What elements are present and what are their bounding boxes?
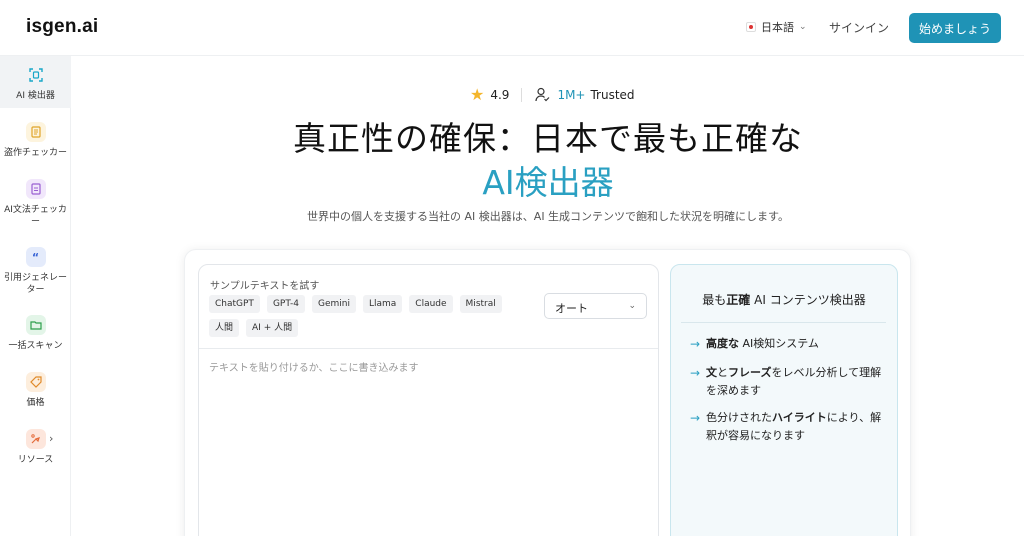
feature-mid: と bbox=[717, 366, 728, 379]
feature-bold: 高度な bbox=[706, 337, 739, 350]
sidebar-item-citation[interactable]: “ 引用ジェネレーター bbox=[0, 238, 71, 296]
text-editor-panel: サンプルテキストを試す ChatGPT GPT-4 Gemini Llama C… bbox=[198, 264, 659, 536]
sidebar-item-pricing[interactable]: 価格 bbox=[0, 363, 71, 409]
tag-icon bbox=[25, 372, 46, 392]
feature-text: 色分けされたハイライトにより、解釈が容易になります bbox=[706, 409, 890, 445]
features-title-post: AI コンテンツ検出器 bbox=[750, 293, 866, 307]
mode-select[interactable]: オート ⌄ bbox=[544, 293, 647, 319]
sidebar-item-label: AI 検出器 bbox=[16, 91, 55, 101]
feature-text: 文とフレーズをレベル分析して理解を深めます bbox=[706, 364, 890, 400]
quote-icon: “ bbox=[25, 247, 46, 267]
sidebar-item-label: リソース bbox=[17, 455, 54, 465]
sample-text-title: サンプルテキストを試す bbox=[210, 281, 320, 292]
chevron-down-icon: ⌄ bbox=[799, 22, 807, 32]
page-title-highlight: AI検出器 bbox=[482, 163, 614, 202]
sample-chip-chatgpt[interactable]: ChatGPT bbox=[209, 295, 260, 313]
trusted-label: Trusted bbox=[590, 87, 635, 102]
arrow-right-icon: → bbox=[690, 366, 701, 380]
sample-chip-ai-human[interactable]: AI + 人間 bbox=[246, 319, 299, 337]
sidebar-item-label: 引用ジェネレーター bbox=[3, 273, 67, 295]
resources-icon bbox=[25, 429, 46, 449]
scan-icon bbox=[26, 65, 46, 85]
text-input-area[interactable]: テキストを貼り付けるか、ここに書き込みます bbox=[209, 359, 419, 374]
arrow-right-icon: → bbox=[690, 411, 701, 425]
top-header: isgen.ai 日本語 ⌄ サインイン 始めましょう bbox=[0, 0, 1024, 56]
features-title-bold: 正確 bbox=[726, 293, 751, 307]
sidebar-item-bulk-scan[interactable]: 一括スキャン bbox=[0, 306, 71, 352]
signin-link[interactable]: サインイン bbox=[829, 19, 889, 36]
features-title: 最も正確 AI コンテンツ検出器 bbox=[671, 291, 897, 308]
sample-chip-mistral[interactable]: Mistral bbox=[459, 295, 502, 313]
sample-chip-claude[interactable]: Claude bbox=[409, 295, 453, 313]
sample-chip-human[interactable]: 人間 bbox=[209, 319, 240, 337]
sample-chip-llama[interactable]: Llama bbox=[362, 295, 403, 313]
divider bbox=[521, 87, 523, 102]
folder-icon bbox=[25, 315, 46, 335]
feature-item: → 色分けされたハイライトにより、解釈が容易になります bbox=[690, 409, 890, 445]
mode-select-value: オート bbox=[555, 302, 588, 315]
page-title: 真正性の確保：日本で最も正確な bbox=[293, 119, 803, 158]
feature-bold: 文 bbox=[706, 366, 717, 379]
sample-chip-gemini[interactable]: Gemini bbox=[311, 295, 356, 313]
divider bbox=[199, 348, 658, 349]
feature-item: → 文とフレーズをレベル分析して理解を深めます bbox=[690, 364, 890, 400]
feature-bold: フレーズ bbox=[728, 366, 772, 379]
feature-item: → 高度な AI検知システム bbox=[690, 335, 890, 353]
features-title-pre: 最も bbox=[702, 293, 727, 307]
language-selector[interactable]: 日本語 ⌄ bbox=[746, 19, 807, 35]
sidebar-item-ai-detector[interactable]: AI 検出器 bbox=[0, 56, 71, 108]
feature-text: 高度な AI検知システム bbox=[706, 335, 819, 353]
star-icon: ★ bbox=[470, 85, 485, 104]
logo[interactable]: isgen.ai bbox=[26, 16, 98, 38]
rating-bar: ★ 4.9 1M+ Trusted bbox=[470, 85, 635, 104]
sample-chip-gpt4[interactable]: GPT-4 bbox=[266, 295, 305, 313]
divider bbox=[681, 322, 886, 323]
chevron-right-icon[interactable]: › bbox=[49, 432, 53, 445]
features-panel: 最も正確 AI コンテンツ検出器 → 高度な AI検知システム → 文とフレーズ… bbox=[670, 264, 898, 536]
feature-pre: 色分けされた bbox=[706, 411, 772, 424]
sidebar-item-label: 価格 bbox=[26, 398, 45, 408]
arrow-right-icon: → bbox=[690, 337, 701, 351]
rating-value: 4.9 bbox=[490, 87, 510, 102]
sidebar-item-label: 一括スキャン bbox=[8, 341, 63, 351]
sample-chips: ChatGPT GPT-4 Gemini Llama Claude Mistra… bbox=[209, 295, 509, 337]
user-check-icon bbox=[535, 87, 550, 102]
feature-rest: AI検知システム bbox=[739, 337, 819, 350]
japan-flag-icon bbox=[746, 22, 756, 32]
language-label: 日本語 bbox=[761, 21, 794, 34]
chevron-down-icon: ⌄ bbox=[628, 301, 636, 311]
trusted-count: 1M+ bbox=[557, 87, 586, 102]
get-started-button[interactable]: 始めましょう bbox=[909, 13, 1001, 43]
feature-bold: ハイライト bbox=[772, 411, 827, 424]
sidebar-item-resources[interactable]: リソース bbox=[0, 420, 71, 466]
page-subtitle: 世界中の個人を支援する当社の AI 検出器は、AI 生成コンテンツで飽和した状況… bbox=[307, 210, 789, 223]
